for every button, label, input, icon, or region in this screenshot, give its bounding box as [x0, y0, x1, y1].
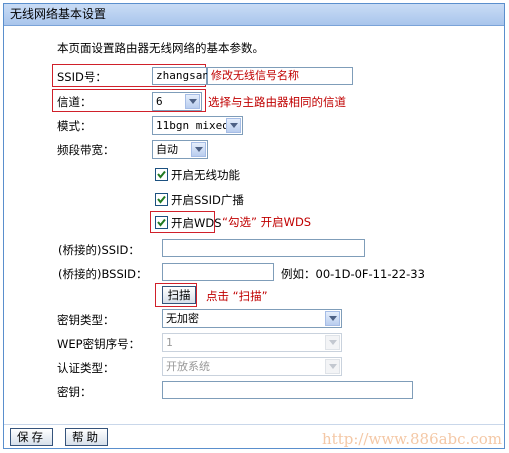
bridge-ssid-input[interactable]: [162, 239, 365, 257]
ssid-broadcast-label: 开启SSID广播: [171, 193, 244, 207]
ssid-broadcast-checkbox[interactable]: [155, 193, 168, 206]
scan-note: 点击 “扫描”: [206, 289, 268, 303]
key-input[interactable]: [162, 381, 413, 399]
channel-label: 信道：: [57, 95, 92, 109]
ssid-label: SSID号：: [57, 70, 107, 84]
scan-button[interactable]: 扫描: [162, 286, 196, 304]
auth-type-select[interactable]: 开放系统: [162, 357, 342, 376]
check-icon: [157, 195, 166, 204]
bridge-bssid-input[interactable]: [162, 263, 274, 281]
chevron-down-icon: [325, 311, 340, 326]
help-button[interactable]: 帮助: [65, 428, 108, 446]
channel-note: 选择与主路由器相同的信道: [208, 95, 346, 109]
channel-select[interactable]: 6: [152, 92, 202, 111]
auth-type-label: 认证类型：: [57, 361, 115, 375]
wds-checkbox[interactable]: [155, 216, 168, 229]
key-label: 密钥：: [57, 385, 92, 399]
panel-title: 无线网络基本设置: [4, 4, 504, 26]
ssid-note: 修改无线信号名称: [207, 67, 353, 85]
ssid-input[interactable]: zhangsan: [152, 67, 209, 85]
bandwidth-select[interactable]: 自动: [152, 140, 208, 159]
bridge-bssid-label: (桥接的)BSSID：: [58, 267, 148, 281]
check-icon: [157, 218, 166, 227]
chevron-down-icon: [325, 335, 340, 350]
wireless-checkbox[interactable]: [155, 168, 168, 181]
footer-divider: [4, 424, 504, 425]
mode-label: 模式：: [57, 119, 92, 133]
wep-index-select[interactable]: 1: [162, 333, 342, 352]
chevron-down-icon: [191, 142, 206, 157]
chevron-down-icon: [185, 94, 200, 109]
wep-index-label: WEP密钥序号：: [57, 337, 141, 351]
channel-select-value: 6: [156, 95, 163, 108]
bandwidth-label: 频段带宽：: [57, 143, 115, 157]
wep-index-value: 1: [166, 336, 173, 349]
save-button[interactable]: 保存: [10, 428, 53, 446]
mode-select-value: 11bgn mixed: [156, 119, 229, 132]
key-type-value: 无加密: [166, 312, 199, 325]
key-type-select[interactable]: 无加密: [162, 309, 342, 328]
bssid-example: 例如：00-1D-0F-11-22-33: [281, 267, 425, 281]
key-type-label: 密钥类型：: [57, 313, 115, 327]
wds-label: 开启WDS: [171, 216, 222, 230]
intro-text: 本页面设置路由器无线网络的基本参数。: [57, 41, 264, 55]
wds-note: “勾选” 开启WDS: [222, 215, 312, 229]
watermark: http://www.886abc.com: [322, 430, 502, 448]
mode-select[interactable]: 11bgn mixed: [152, 116, 243, 135]
bridge-ssid-label: (桥接的)SSID：: [58, 243, 140, 257]
chevron-down-icon: [325, 359, 340, 374]
check-icon: [157, 170, 166, 179]
auth-type-value: 开放系统: [166, 360, 210, 373]
chevron-down-icon: [226, 118, 241, 133]
bandwidth-select-value: 自动: [156, 143, 178, 156]
wireless-label: 开启无线功能: [171, 168, 240, 182]
